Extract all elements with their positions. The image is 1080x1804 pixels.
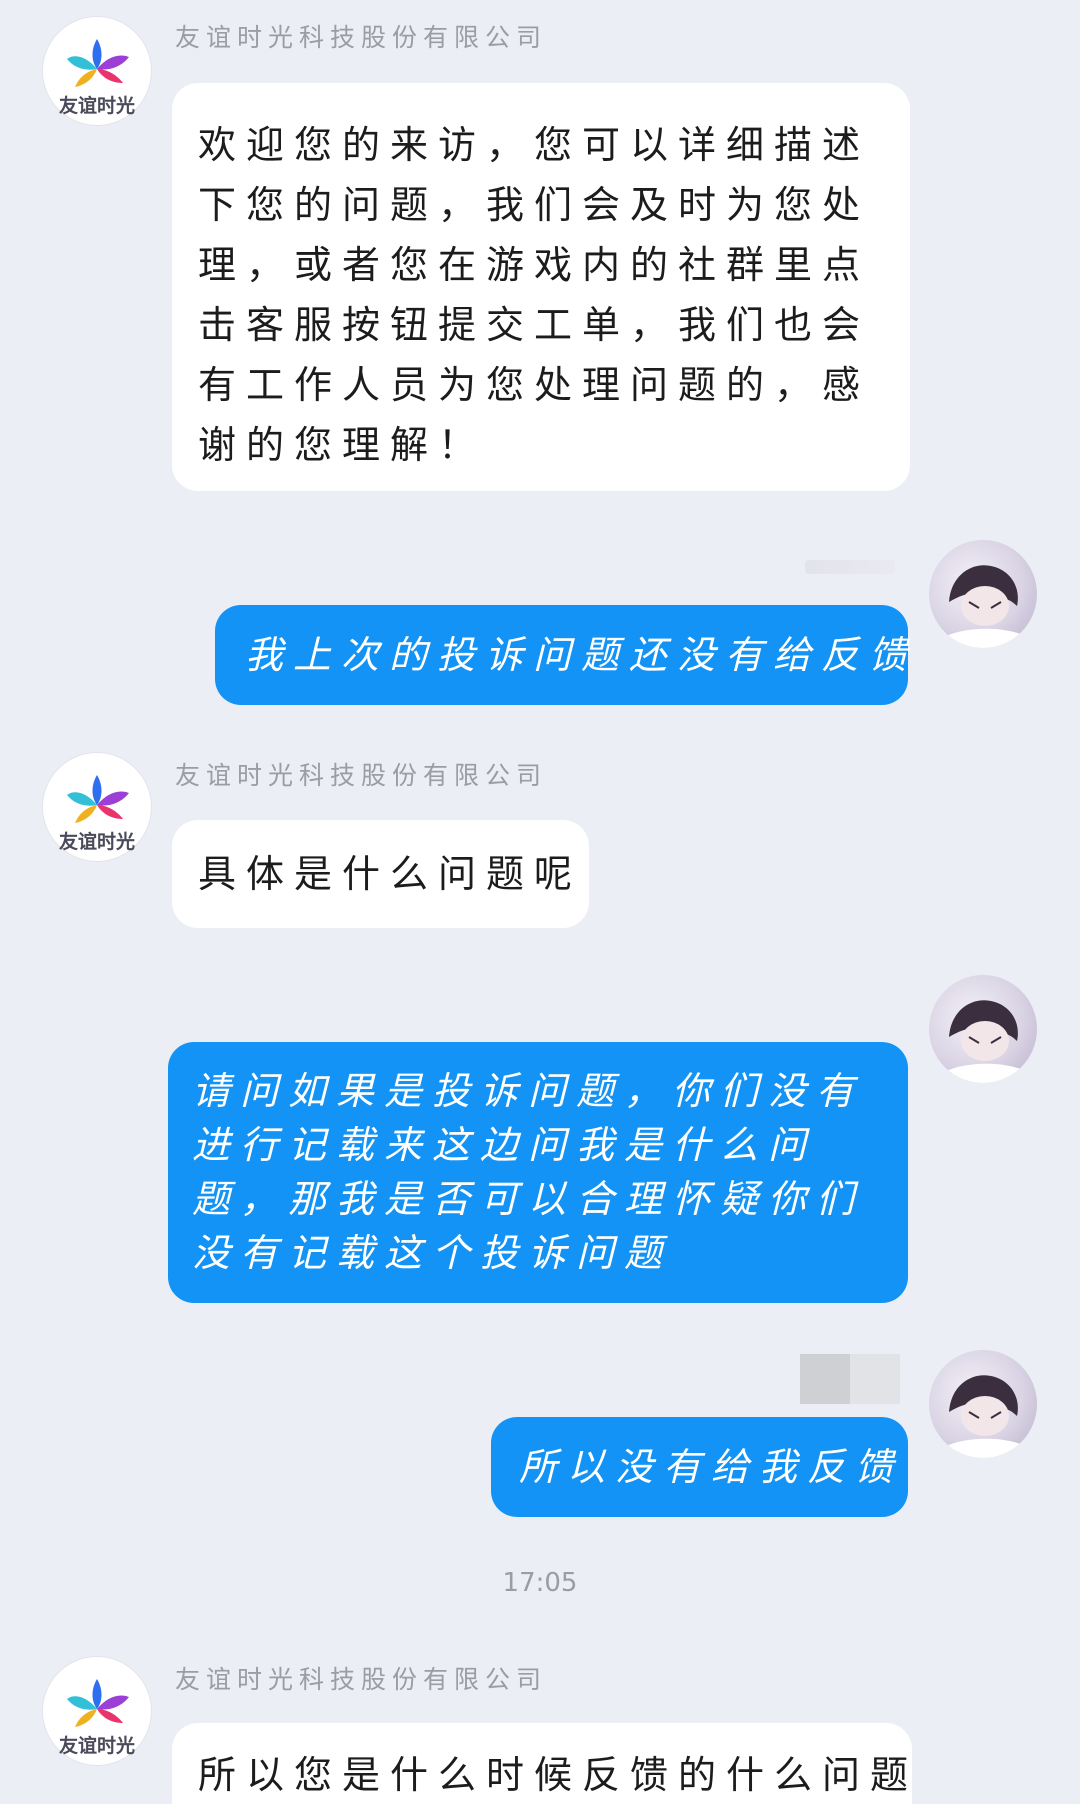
sender-name: 友谊时光科技股份有限公司 [175,23,548,52]
company-logo-icon: 友谊时光 [59,775,135,853]
user-avatar-icon [939,1375,1033,1458]
message-bubble-incoming[interactable]: 所以您是什么时候反馈的什么问题 [172,1723,912,1804]
message-bubble-incoming[interactable]: 具体是什么问题呢 [172,820,589,928]
user-avatar-icon [939,1000,1033,1083]
message-text: 我上次的投诉问题还没有给反馈 [245,633,918,677]
company-logo-icon: 友谊时光 [59,1679,135,1757]
message-bubble-incoming[interactable]: 欢迎您的来访，您可以详细描述下您的问题，我们会及时为您处理，或者您在游戏内的社群… [172,83,910,491]
message-bubble-outgoing[interactable]: 所以没有给我反馈 [491,1417,908,1517]
user-avatar-icon [939,565,1033,648]
message-text: 请问如果是投诉问题，你们没有进行记载来这边问我是什么问题，那我是否可以合理怀疑你… [192,1069,865,1275]
svg-text:友谊时光: 友谊时光 [59,830,135,853]
blurred-region [850,1354,900,1404]
message-bubble-outgoing[interactable]: 我上次的投诉问题还没有给反馈 [215,605,908,705]
message-bubble-outgoing[interactable]: 请问如果是投诉问题，你们没有进行记载来这边问我是什么问题，那我是否可以合理怀疑你… [168,1042,908,1303]
company-avatar[interactable]: 友谊时光 [43,17,151,125]
message-text: 所以您是什么时候反馈的什么问题 [198,1753,912,1797]
company-logo-icon: 友谊时光 [59,39,135,117]
svg-text:友谊时光: 友谊时光 [59,94,135,117]
user-avatar[interactable] [929,1350,1037,1458]
user-avatar[interactable] [929,540,1037,648]
sender-name: 友谊时光科技股份有限公司 [175,761,548,790]
svg-text:友谊时光: 友谊时光 [59,1734,135,1757]
company-avatar[interactable]: 友谊时光 [43,1657,151,1765]
message-text: 欢迎您的来访，您可以详细描述下您的问题，我们会及时为您处理，或者您在游戏内的社群… [198,123,871,467]
blurred-region [805,560,895,574]
company-avatar[interactable]: 友谊时光 [43,753,151,861]
sender-name: 友谊时光科技股份有限公司 [175,1665,548,1694]
blurred-region [800,1354,850,1404]
message-text: 具体是什么问题呢 [198,852,583,896]
message-timestamp: 17:05 [502,1568,578,1598]
user-avatar[interactable] [929,975,1037,1083]
message-text: 所以没有给我反馈 [519,1445,904,1489]
